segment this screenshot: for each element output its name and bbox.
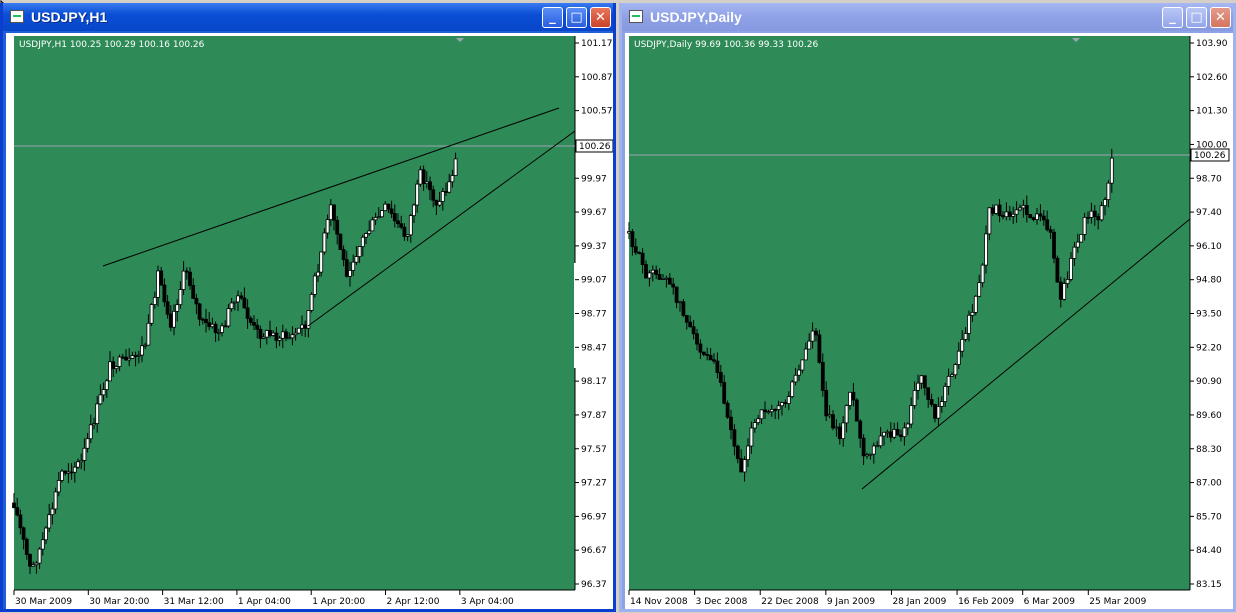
price-axis-label: 97.87	[581, 411, 607, 421]
time-axis-label: 9 Jan 2009	[827, 597, 875, 607]
time-axis-label: 1 Apr 04:00	[238, 597, 291, 607]
time-axis-label: 22 Dec 2008	[761, 597, 819, 607]
price-axis-label: 99.67	[581, 208, 607, 218]
close-button[interactable]: ✕	[590, 7, 611, 28]
price-axis-label: 87.00	[1196, 479, 1222, 489]
chart-window-h1[interactable]: USDJPY,H1 _ □ ✕ USDJPY,H1 100.25 100.29 …	[0, 3, 616, 612]
time-axis-label: 30 Mar 2009	[15, 597, 72, 607]
price-axis-label: 85.70	[1196, 512, 1222, 522]
maximize-button[interactable]: □	[566, 7, 587, 28]
minimize-button[interactable]: _	[1162, 7, 1183, 28]
price-axis-label: 96.67	[581, 546, 607, 556]
maximize-button[interactable]: □	[1186, 7, 1207, 28]
time-axis-label: 16 Feb 2009	[958, 597, 1014, 607]
price-axis-label: 103.90	[1196, 39, 1228, 49]
time-axis-label: 25 Mar 2009	[1089, 597, 1146, 607]
price-axis-label: 90.90	[1196, 377, 1222, 387]
time-axis-label: 3 Dec 2008	[696, 597, 748, 607]
chart-window-daily[interactable]: USDJPY,Daily _ □ ✕ USDJPY,Daily 99.69 10…	[619, 3, 1236, 612]
price-chart[interactable]: USDJPY,H1 100.25 100.29 100.16 100.26 10…	[6, 33, 614, 609]
price-axis-label: 98.77	[581, 310, 607, 320]
price-tag: 100.26	[579, 142, 611, 152]
price-axis-label: 99.37	[581, 242, 607, 252]
chart-info-text: USDJPY,Daily 99.69 100.36 99.33 100.26	[634, 40, 818, 50]
window-title: USDJPY,Daily	[650, 9, 742, 25]
price-axis-label: 98.47	[581, 343, 607, 353]
price-axis-label: 102.60	[1196, 73, 1228, 83]
price-chart[interactable]: USDJPY,Daily 99.69 100.36 99.33 100.26 1…	[625, 33, 1233, 609]
title-bar[interactable]: USDJPY,Daily _ □ ✕	[622, 3, 1233, 31]
price-axis-label: 92.20	[1196, 343, 1222, 353]
time-axis-label: 2 Apr 12:00	[387, 597, 440, 607]
chart-window-icon	[10, 10, 24, 23]
time-axis-label: 30 Mar 20:00	[89, 597, 149, 607]
time-axis-label: 28 Jan 2009	[892, 597, 946, 607]
time-axis-label: 1 Apr 20:00	[312, 597, 365, 607]
window-title: USDJPY,H1	[31, 9, 108, 25]
time-axis-label: 31 Mar 12:00	[164, 597, 224, 607]
price-axis-label: 96.37	[581, 580, 607, 590]
time-axis-label: 14 Nov 2008	[630, 597, 688, 607]
minimize-button[interactable]: _	[542, 7, 563, 28]
chart-info-text: USDJPY,H1 100.25 100.29 100.16 100.26	[19, 40, 205, 50]
price-axis-label: 97.27	[581, 479, 607, 489]
price-axis-label: 101.17	[581, 39, 613, 49]
price-axis-label: 83.15	[1196, 580, 1222, 590]
chart-window-icon	[629, 10, 643, 23]
price-axis-label: 97.40	[1196, 208, 1222, 218]
price-axis-label: 94.80	[1196, 276, 1222, 286]
time-axis-label: 6 Mar 2009	[1024, 597, 1076, 607]
price-axis-label: 97.57	[581, 445, 607, 455]
price-axis-label: 99.07	[581, 276, 607, 286]
price-axis-label: 96.97	[581, 512, 607, 522]
plot-area[interactable]	[629, 36, 1190, 590]
price-axis-label: 89.60	[1196, 411, 1222, 421]
price-axis-label: 98.70	[1196, 174, 1222, 184]
price-axis-label: 96.10	[1196, 242, 1222, 252]
price-axis-label: 101.30	[1196, 107, 1228, 117]
title-bar[interactable]: USDJPY,H1 _ □ ✕	[3, 3, 613, 31]
price-axis-label: 99.97	[581, 174, 607, 184]
price-axis-label: 98.17	[581, 377, 607, 387]
price-axis-label: 93.50	[1196, 310, 1222, 320]
time-axis-label: 3 Apr 04:00	[461, 597, 514, 607]
price-axis-label: 84.40	[1196, 546, 1222, 556]
price-axis-label: 100.57	[581, 107, 613, 117]
price-axis-label: 100.87	[581, 73, 613, 83]
price-tag: 100.26	[1194, 151, 1226, 161]
close-button[interactable]: ✕	[1210, 7, 1231, 28]
plot-area[interactable]	[14, 36, 575, 590]
price-axis-label: 88.30	[1196, 445, 1222, 455]
